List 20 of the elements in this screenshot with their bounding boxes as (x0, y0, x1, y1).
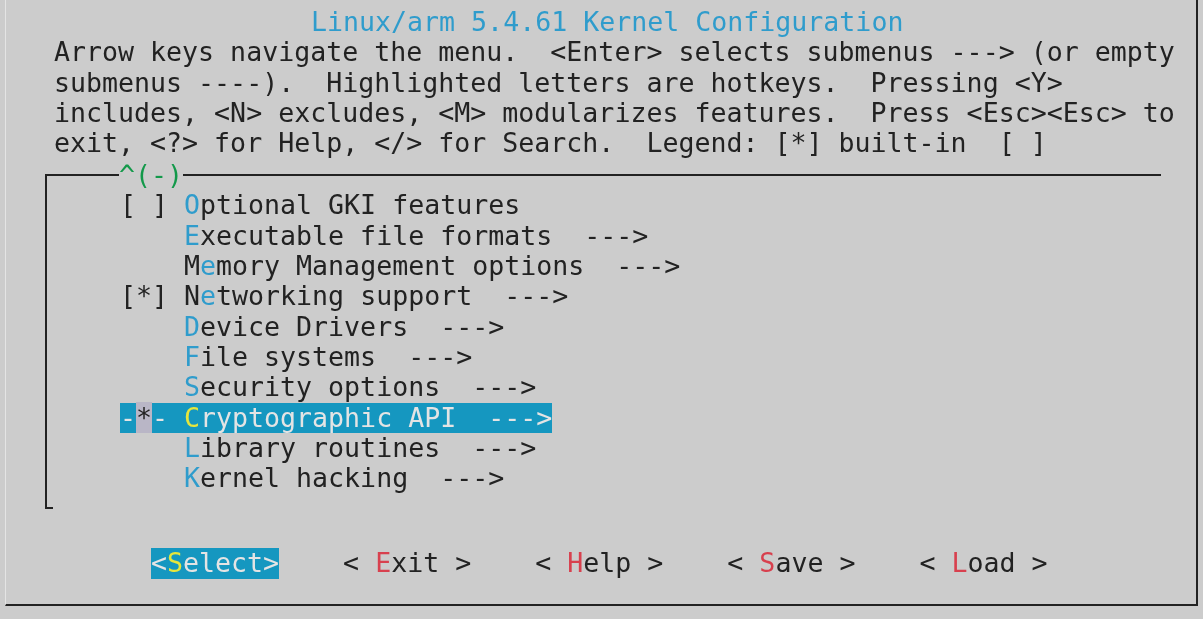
menu-item[interactable]: File systems ---> (184, 341, 473, 373)
item-state-marker: [ ] (120, 189, 169, 221)
menu-item[interactable]: Executable file formats ---> (184, 220, 649, 252)
menu-button[interactable]: < Exit > (343, 548, 472, 579)
menu-item[interactable]: Networking support ---> (184, 281, 569, 312)
menu-item[interactable]: Memory Management options ---> (184, 251, 681, 282)
help-text-line: exit, <?> for Help, </> for Search. Legend: [*] built-in [ ] (54, 128, 1048, 159)
window-title: Linux/arm 5.4.61 Kernel Configuration (310, 5, 905, 38)
menu-button[interactable]: < Save > (727, 548, 856, 579)
menu-item[interactable]: Library routines ---> (184, 432, 537, 464)
menu-item[interactable]: Optional GKI features (184, 190, 521, 221)
item-state-marker: [*] (120, 280, 169, 312)
help-text-line: Arrow keys navigate the menu. <Enter> selects submenus ---> (or empty (54, 37, 1176, 68)
menu-item[interactable]: Security options ---> (184, 372, 537, 403)
menu-item[interactable]: Kernel hacking ---> (184, 463, 505, 494)
help-text-line: submenus ----). Highlighted letters are hotkeys. Pressing <Y> (54, 67, 1064, 98)
menu-button[interactable]: < Load > (919, 548, 1048, 579)
help-text-line: includes, <N> excludes, <M> modularizes features. Press <Esc><Esc> to (54, 97, 1176, 129)
menu-item[interactable]: Device Drivers ---> (184, 311, 505, 342)
menu-button[interactable]: < Help > (535, 548, 664, 579)
